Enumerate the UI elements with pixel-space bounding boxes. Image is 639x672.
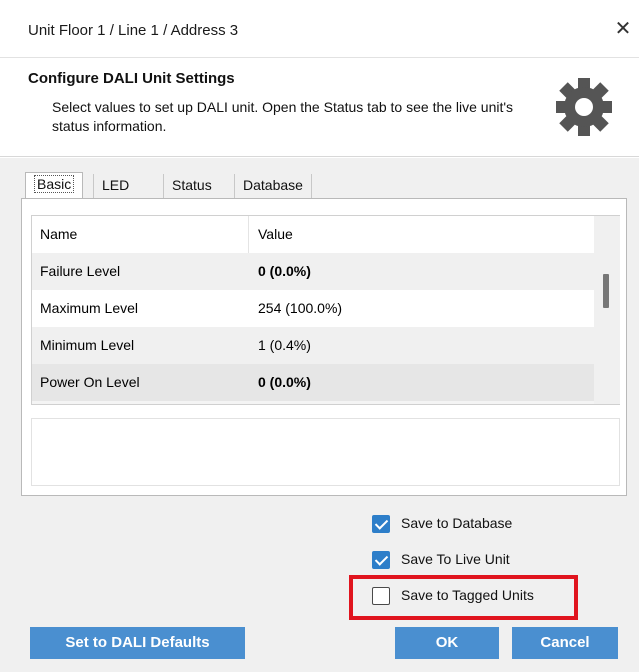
tab-database-label: Database	[243, 177, 303, 193]
tab-led-label: LED	[102, 177, 130, 193]
row-value[interactable]: 0 (0.0%)	[258, 374, 311, 390]
tab-database[interactable]: Database	[234, 174, 312, 198]
checkbox-checked[interactable]	[372, 515, 390, 533]
scrollbar-thumb[interactable]	[603, 274, 609, 308]
tab-status[interactable]: Status	[163, 174, 220, 198]
title-bar: Unit Floor 1 / Line 1 / Address 3 ✕	[0, 0, 639, 58]
column-divider[interactable]	[248, 216, 249, 253]
row-name: Maximum Level	[40, 300, 139, 316]
table-row[interactable]: Maximum Level 254 (100.0%)	[32, 290, 594, 327]
close-icon[interactable]: ✕	[612, 17, 634, 41]
row-value[interactable]: 1 (0.4%)	[258, 337, 311, 353]
table-row[interactable]: Failure Level 0 (0.0%)	[32, 253, 594, 290]
table-row[interactable]: Minimum Level 1 (0.4%)	[32, 327, 594, 364]
dialog-description: Select values to set up DALI unit. Open …	[52, 99, 514, 134]
vertical-scrollbar[interactable]	[594, 216, 620, 404]
save-to-database-label: Save to Database	[401, 515, 513, 531]
highlight-box	[349, 575, 578, 620]
row-name: Power On Level	[40, 374, 140, 390]
tab-basic-label: Basic	[34, 175, 75, 193]
tab-led[interactable]: LED	[93, 174, 137, 198]
checkbox-checked[interactable]	[372, 551, 390, 569]
column-header-name: Name	[40, 226, 78, 242]
row-value[interactable]: 0 (0.0%)	[258, 263, 311, 279]
table-row[interactable]: Power On Level 0 (0.0%)	[32, 364, 594, 401]
save-to-database-checkbox[interactable]: Save to Database	[372, 514, 592, 534]
row-name: Minimum Level	[40, 337, 135, 353]
tab-basic[interactable]: Basic	[25, 172, 84, 198]
horizontal-scrollbar[interactable]	[32, 401, 594, 404]
dialog-heading: Configure DALI Unit Settings	[28, 70, 235, 87]
gear-icon	[556, 78, 612, 136]
tab-status-label: Status	[172, 177, 212, 193]
set-to-dali-defaults-button[interactable]: Set to DALI Defaults	[30, 627, 245, 659]
save-to-live-unit-label: Save To Live Unit	[401, 551, 510, 567]
window-title: Unit Floor 1 / Line 1 / Address 3	[28, 22, 239, 39]
property-description-area	[31, 418, 620, 486]
save-to-live-unit-checkbox[interactable]: Save To Live Unit	[372, 550, 592, 570]
dialog-header: Configure DALI Unit Settings Select valu…	[0, 58, 639, 157]
property-grid: Name Value Failure Level 0 (0.0%) Maximu…	[31, 215, 620, 405]
ok-button[interactable]: OK	[395, 627, 499, 659]
tab-panel-basic: Name Value Failure Level 0 (0.0%) Maximu…	[21, 198, 627, 496]
row-value[interactable]: 254 (100.0%)	[258, 300, 342, 316]
cancel-button[interactable]: Cancel	[512, 627, 618, 659]
row-name: Failure Level	[40, 263, 121, 279]
grid-header-row: Name Value	[32, 216, 594, 253]
dialog-body: Basic LED Status Database Name Value Fai…	[0, 158, 639, 672]
column-header-value: Value	[258, 226, 293, 242]
